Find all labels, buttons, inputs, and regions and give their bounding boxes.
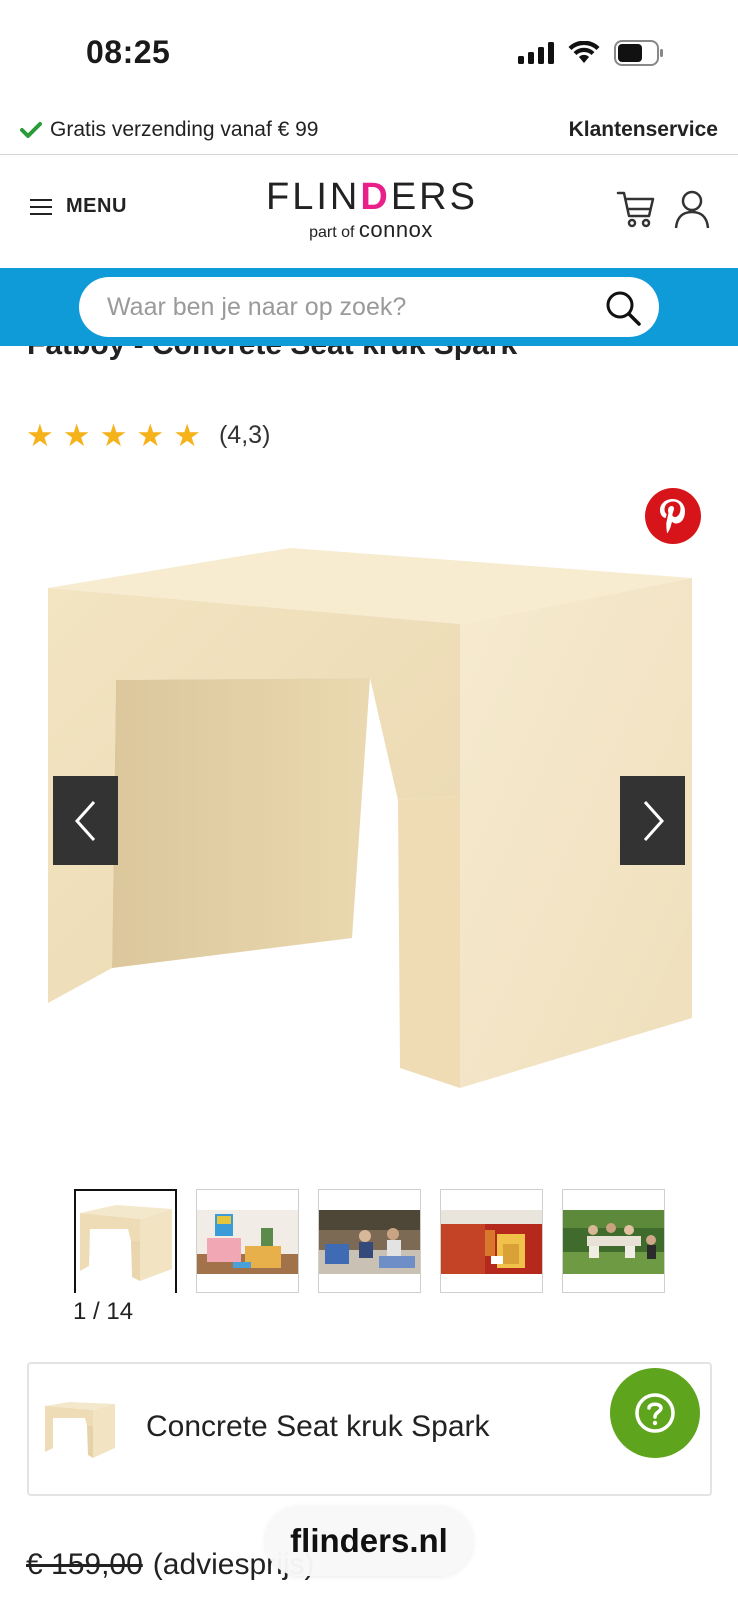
search-band [0,268,738,346]
rating-score: (4,3) [218,421,271,449]
thumb-2-kids-room [197,1210,298,1274]
chevron-right-icon [643,800,664,841]
thumb-5-garden-party [563,1210,664,1274]
gallery-counter: 1 / 14 [73,1298,134,1325]
product-main-image[interactable] [40,548,700,1108]
site-header: MENU FLINDERS part of connox [0,155,738,268]
thumbnail-5[interactable] [562,1189,665,1293]
star-icon: ★ [173,418,201,453]
logo-part-left: FLIN [266,176,361,218]
star-icon: ★ [99,418,128,453]
menu-label: MENU [66,195,127,217]
card-product-thumbnail [45,1402,115,1458]
cart-icon [616,191,655,228]
battery-icon [614,40,663,66]
free-shipping-notice: Gratis verzending vanaf € 99 [20,118,319,142]
question-icon [635,1393,675,1433]
rating-stars: ★ ★ ★ ★ ★ [26,420,201,451]
status-bar: 08:25 [0,0,738,110]
account-button[interactable] [674,189,710,234]
check-icon [20,122,42,138]
status-icons [518,40,664,66]
thumb-4-bedroom [441,1210,542,1274]
gallery-thumbnails [74,1189,665,1293]
thumbnail-4[interactable] [440,1189,543,1293]
wifi-icon [568,41,600,63]
usp-bar: Gratis verzending vanaf € 99 Klantenserv… [0,110,738,155]
thumb-1-concrete-seat [80,1205,172,1281]
product-rating[interactable]: ★ ★ ★ ★ ★ (4,3) [26,420,270,451]
logo-sub-brand: connox [358,217,433,242]
status-time: 08:25 [86,34,171,70]
logo-part-right: ERS [390,176,478,218]
cart-button[interactable] [616,189,656,234]
pinterest-icon [660,499,685,533]
logo-sub-prefix: part of [309,224,355,241]
customer-service-link[interactable]: Klantenservice [569,118,718,142]
free-shipping-text: Gratis verzending vanaf € 99 [50,118,319,141]
pinterest-share-button[interactable] [645,488,701,544]
logo-subline: part of connox [266,217,476,243]
star-icon: ★ [136,418,165,453]
card-product-name: Concrete Seat kruk Spark [146,1410,490,1443]
old-price: € 159,00 [26,1548,143,1581]
logo-d-mark: D [360,176,391,218]
product-variant-card[interactable]: Concrete Seat kruk Spark [27,1362,712,1496]
concrete-seat-image [48,548,692,1088]
browser-url-pill[interactable]: flinders.nl [265,1506,473,1576]
help-button[interactable] [610,1368,700,1458]
hamburger-icon [30,198,52,215]
chevron-left-icon [74,800,95,841]
thumbnail-3[interactable] [318,1189,421,1293]
user-icon [674,190,710,229]
thumb-3-outdoor-picnic [319,1210,420,1274]
search-box[interactable] [79,277,659,337]
signal-icon [518,42,554,64]
logo-wordmark: FLINDERS [266,177,476,217]
search-input[interactable] [107,277,587,337]
thumbnail-1[interactable] [74,1189,177,1293]
search-icon[interactable] [605,290,641,326]
flinders-logo[interactable]: FLINDERS part of connox [266,177,476,243]
menu-button[interactable]: MENU [30,195,127,218]
gallery-next-button[interactable] [620,776,685,865]
thumbnail-2[interactable] [196,1189,299,1293]
star-icon: ★ [26,418,54,453]
gallery-prev-button[interactable] [53,776,118,865]
star-icon: ★ [62,418,91,453]
